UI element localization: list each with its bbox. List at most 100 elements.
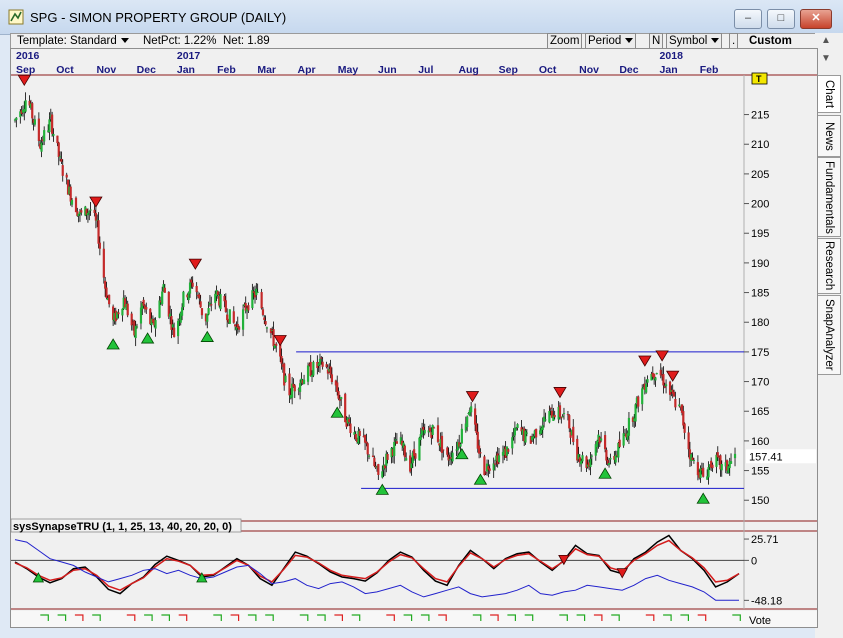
month-label: Jan bbox=[177, 64, 195, 76]
candle-down bbox=[428, 427, 432, 432]
candle-up bbox=[135, 326, 139, 328]
candle-down bbox=[93, 209, 96, 213]
candle-up bbox=[512, 435, 515, 437]
buy-signal-marker[interactable] bbox=[106, 338, 120, 350]
sell-signal-marker[interactable] bbox=[553, 387, 567, 399]
candle-down bbox=[105, 287, 108, 298]
candle-up bbox=[532, 436, 535, 439]
window-title: SPG - SIMON PROPERTY GROUP (DAILY) bbox=[30, 10, 287, 25]
symbol-dropdown[interactable]: Symbol bbox=[666, 33, 723, 49]
chevron-down-icon[interactable]: ▼ bbox=[821, 53, 831, 64]
custom-label[interactable]: Custom bbox=[747, 34, 794, 48]
candle-down bbox=[283, 363, 286, 386]
candle-up bbox=[15, 117, 18, 120]
tab-fundamentals[interactable]: Fundamentals bbox=[817, 157, 841, 237]
candle-down bbox=[224, 300, 227, 312]
candle-down bbox=[446, 447, 449, 455]
candle-up bbox=[318, 358, 322, 365]
chart-canvas[interactable]: 2016 2017 2018 Sep Oct Nov Dec Jan Feb Mar Apr May J… bbox=[10, 49, 817, 627]
tab-news[interactable]: News bbox=[817, 115, 841, 157]
buy-signal-marker[interactable] bbox=[598, 467, 612, 479]
month-label: Feb bbox=[700, 64, 719, 76]
candle-up bbox=[655, 373, 658, 375]
candle-up bbox=[306, 365, 310, 382]
tab-snapanalyzer[interactable]: SnapAnalyzer bbox=[817, 295, 841, 375]
candle-down bbox=[210, 304, 213, 306]
zoom-button[interactable]: Zoom bbox=[547, 33, 583, 49]
price-tick-label: 175 bbox=[751, 347, 769, 359]
candle-up bbox=[176, 320, 180, 337]
t-marker[interactable]: T bbox=[751, 72, 768, 85]
candle-down bbox=[474, 408, 477, 425]
candle-up bbox=[405, 458, 408, 461]
template-dropdown[interactable]: Template: Standard bbox=[15, 34, 131, 48]
candle-up bbox=[542, 416, 546, 422]
sell-signal-marker[interactable] bbox=[465, 391, 480, 403]
buy-signal-marker[interactable] bbox=[696, 492, 710, 504]
month-label: Aug bbox=[458, 64, 478, 76]
minimize-button[interactable]: ‒ bbox=[734, 9, 762, 29]
candle-down bbox=[102, 248, 105, 278]
candle-up bbox=[121, 308, 124, 316]
candle-up bbox=[134, 325, 137, 339]
candle-up bbox=[561, 416, 564, 418]
candle-up bbox=[423, 429, 426, 434]
sell-signal-marker[interactable] bbox=[665, 370, 680, 382]
period-dropdown[interactable]: Period bbox=[585, 33, 637, 49]
vote-label: Vote bbox=[749, 615, 771, 627]
close-button[interactable]: ✕ bbox=[800, 9, 832, 29]
candle-down bbox=[663, 386, 666, 388]
n-button[interactable]: N bbox=[649, 33, 664, 49]
tab-research[interactable]: Research bbox=[817, 238, 841, 294]
candle-down bbox=[232, 311, 235, 323]
candle-down bbox=[170, 316, 173, 330]
dot-button[interactable]: . bbox=[729, 33, 739, 49]
candle-up bbox=[664, 384, 668, 387]
candle-up bbox=[525, 432, 528, 434]
buy-signal-marker[interactable] bbox=[330, 406, 344, 418]
candle-up bbox=[729, 461, 733, 464]
buy-signal-marker[interactable] bbox=[375, 483, 390, 495]
candle-down bbox=[572, 426, 575, 443]
month-label: May bbox=[338, 64, 359, 76]
candle-up bbox=[228, 309, 231, 324]
candle-up bbox=[609, 457, 612, 460]
buy-signal-marker[interactable] bbox=[200, 330, 214, 342]
price-tick-label: 170 bbox=[751, 377, 769, 389]
candle-down bbox=[442, 449, 445, 451]
month-label: Jul bbox=[418, 64, 433, 76]
candle-up bbox=[448, 458, 452, 460]
sell-signal-marker[interactable] bbox=[17, 74, 31, 87]
buy-signal-marker[interactable] bbox=[140, 332, 155, 344]
candle-down bbox=[98, 242, 101, 249]
last-price-label: 157.41 bbox=[749, 451, 783, 463]
price-tick-label: 180 bbox=[751, 317, 769, 329]
candle-up bbox=[497, 455, 501, 463]
candle-down bbox=[403, 445, 406, 458]
tab-chart[interactable]: Chart bbox=[817, 75, 841, 113]
candle-up bbox=[431, 425, 434, 435]
sell-signal-marker[interactable] bbox=[655, 350, 669, 362]
candle-up bbox=[599, 438, 603, 441]
candle-down bbox=[247, 305, 250, 311]
candle-up bbox=[312, 362, 315, 376]
candle-up bbox=[265, 327, 269, 329]
sell-signal-marker[interactable] bbox=[638, 355, 652, 367]
chevron-up-icon[interactable]: ▲ bbox=[821, 35, 831, 46]
price-tick-label: 205 bbox=[751, 169, 769, 181]
candle-down bbox=[321, 361, 324, 367]
buy-signal-marker[interactable] bbox=[473, 473, 488, 485]
maximize-button[interactable]: □ bbox=[767, 9, 795, 29]
price-tick-label: 160 bbox=[751, 436, 769, 448]
candle-up bbox=[188, 282, 192, 294]
sell-signal-marker[interactable] bbox=[89, 196, 103, 208]
indicator-tick-label: 25.71 bbox=[751, 534, 779, 546]
candle-down bbox=[191, 282, 194, 287]
candle-down bbox=[142, 299, 145, 306]
price-tick-label: 150 bbox=[751, 495, 769, 507]
year-label: 2017 bbox=[177, 50, 201, 62]
candle-down bbox=[568, 415, 571, 429]
sell-signal-marker[interactable] bbox=[188, 258, 203, 270]
price-tick-label: 155 bbox=[751, 466, 769, 478]
candle-up bbox=[692, 459, 696, 461]
